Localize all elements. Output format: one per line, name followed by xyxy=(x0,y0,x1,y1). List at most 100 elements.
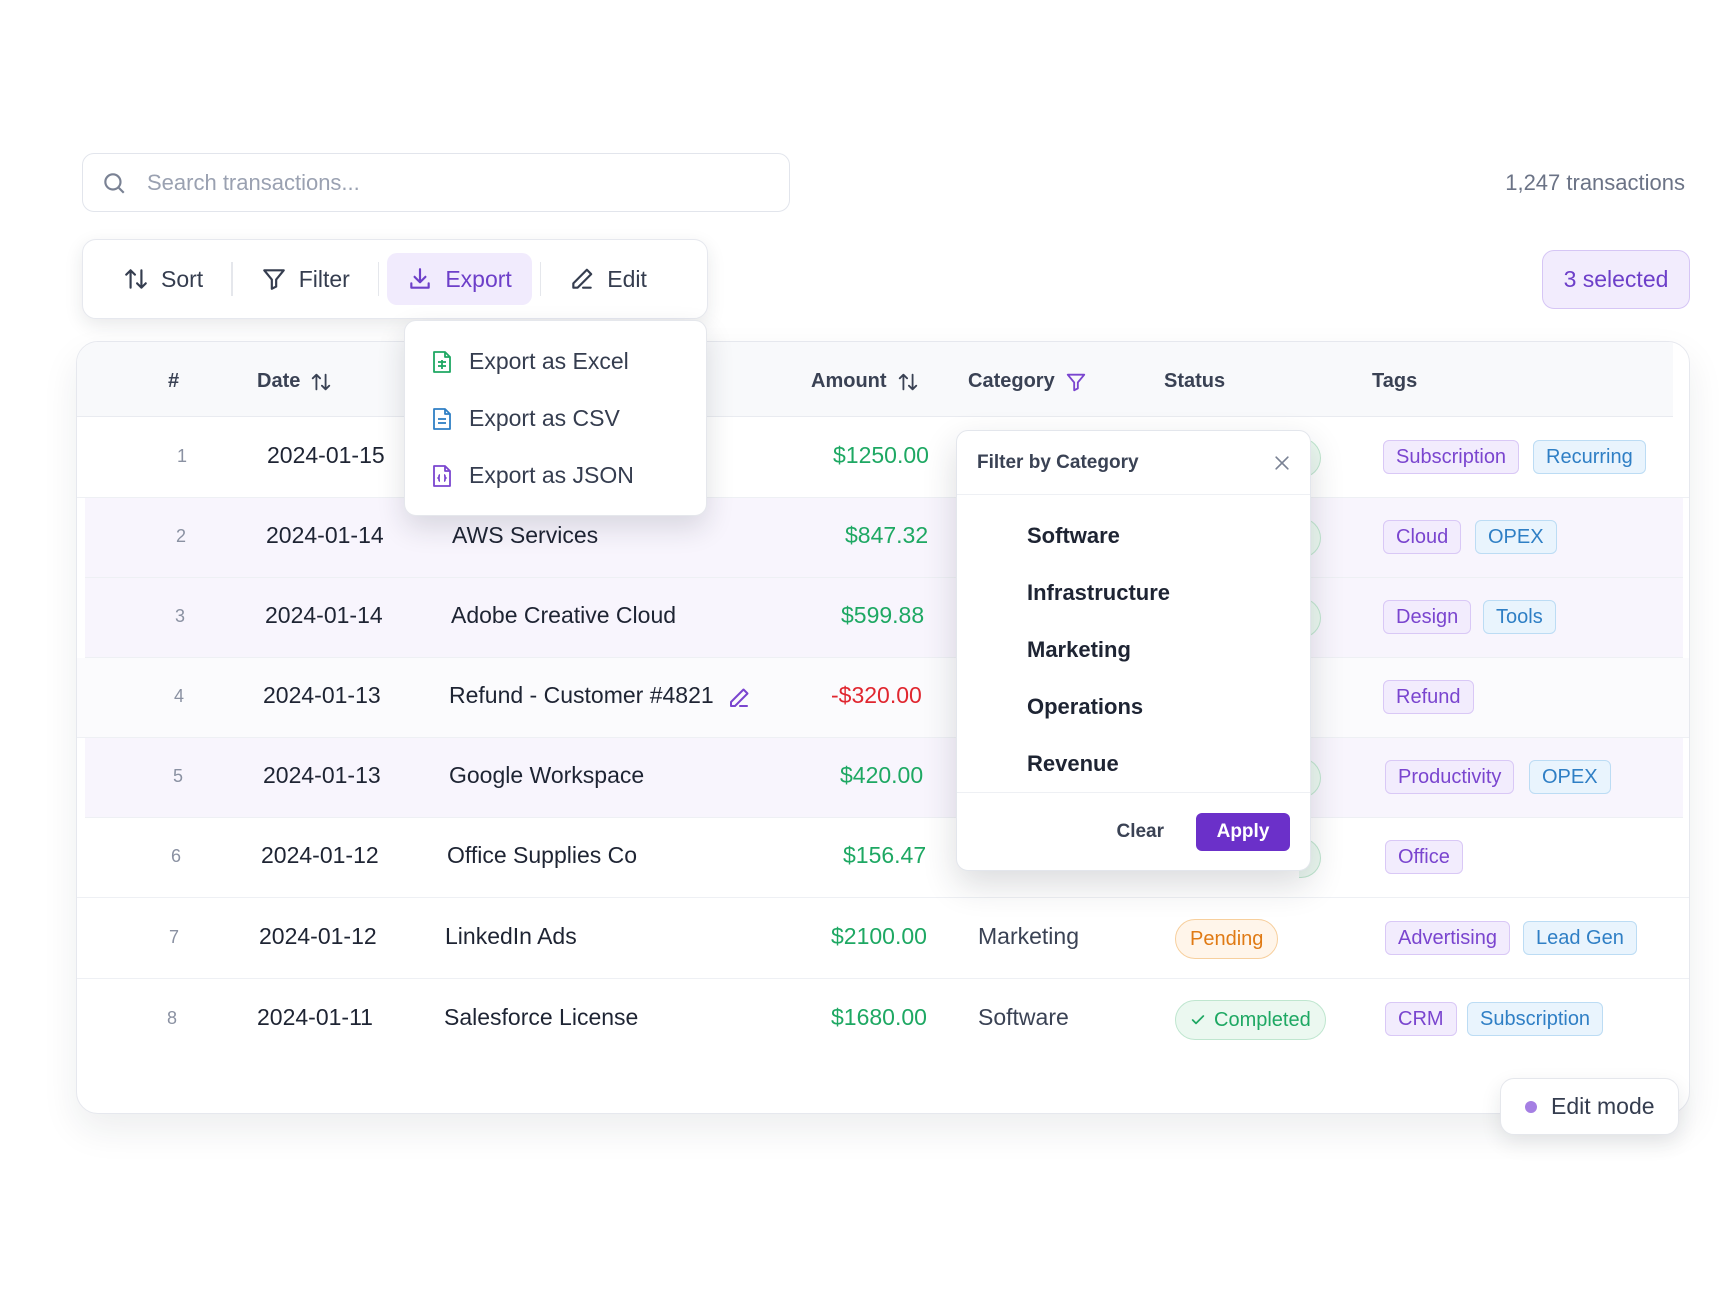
row-index: 7 xyxy=(169,927,180,947)
row-date: 2024-01-12 xyxy=(261,842,379,868)
header-status: Status xyxy=(1164,370,1226,392)
row-amount: -$320.00 xyxy=(831,682,922,708)
table-row[interactable]: 8 2024-01-11 Salesforce License $1680.00… xyxy=(77,980,1689,1060)
row-date: 2024-01-14 xyxy=(265,602,383,628)
pencil-icon xyxy=(572,268,593,289)
row-date: 2024-01-13 xyxy=(263,682,381,708)
selected-count-badge[interactable]: 3 selected xyxy=(1542,250,1690,309)
filter-label: Filter xyxy=(298,265,350,292)
sort-icon xyxy=(125,269,147,289)
apply-button[interactable]: Apply xyxy=(1196,812,1290,851)
table-row[interactable]: 4 2024-01-13 Refund - Customer #4821 -$3… xyxy=(77,658,1689,738)
header-date[interactable]: Date xyxy=(257,370,332,393)
transactions-table: # Date Amount Category Status Tags 1 202… xyxy=(76,341,1690,1114)
status-badge: Pending xyxy=(1175,919,1279,959)
row-index: 4 xyxy=(174,686,185,706)
excel-file-icon xyxy=(433,350,451,373)
row-date: 2024-01-14 xyxy=(266,522,384,548)
filter-popup-footer: Clear Apply xyxy=(957,792,1310,870)
filter-button[interactable]: Filter xyxy=(241,253,370,305)
row-description: Adobe Creative Cloud xyxy=(451,602,677,628)
row-index: 8 xyxy=(167,1008,178,1028)
row-amount: $1250.00 xyxy=(833,442,929,468)
check-icon xyxy=(1191,1015,1205,1025)
export-json-label: Export as JSON xyxy=(469,462,634,488)
row-date: 2024-01-13 xyxy=(263,762,381,788)
download-icon xyxy=(410,268,431,289)
tag: OPEX xyxy=(1529,760,1611,794)
export-csv-label: Export as CSV xyxy=(469,405,620,431)
row-index: 1 xyxy=(177,446,188,466)
row-index: 3 xyxy=(175,606,186,626)
pencil-icon[interactable] xyxy=(727,686,751,710)
row-description: Refund - Customer #4821 xyxy=(449,682,714,708)
tag: CRM xyxy=(1385,1002,1457,1036)
tag: Productivity xyxy=(1385,760,1515,794)
row-amount: $420.00 xyxy=(840,762,924,788)
tag: Design xyxy=(1383,600,1472,634)
category-option-marketing[interactable]: Marketing xyxy=(957,621,1310,678)
status-label: Completed xyxy=(1214,1008,1311,1031)
category-option-revenue[interactable]: Revenue xyxy=(957,735,1310,792)
row-index: 2 xyxy=(176,526,187,546)
status-dot-icon xyxy=(1525,1100,1537,1113)
tag: Subscription xyxy=(1467,1002,1604,1036)
export-excel-label: Export as Excel xyxy=(469,348,629,374)
row-amount: $847.32 xyxy=(845,522,929,548)
row-category: Marketing xyxy=(978,923,1079,949)
export-excel-item[interactable]: Export as Excel xyxy=(405,333,706,390)
table-header: # Date Amount Category Status Tags xyxy=(77,342,1673,417)
table-row[interactable]: 5 2024-01-13 Google Workspace $420.00 Pr… xyxy=(85,738,1683,818)
category-option-software[interactable]: Software xyxy=(957,507,1310,564)
category-options: Software Infrastructure Marketing Operat… xyxy=(957,495,1310,792)
sort-button[interactable]: Sort xyxy=(103,253,223,305)
search-placeholder: Search transactions... xyxy=(147,169,360,195)
csv-file-icon xyxy=(433,407,451,430)
row-amount: $1680.00 xyxy=(831,1004,927,1030)
sort-icon[interactable] xyxy=(310,371,332,393)
row-description: Google Workspace xyxy=(449,762,645,788)
edit-mode-indicator[interactable]: Edit mode xyxy=(1500,1078,1679,1135)
close-icon[interactable] xyxy=(1272,453,1292,473)
table-row[interactable]: 2 2024-01-14 AWS Services $847.32 Cloud … xyxy=(85,498,1683,578)
table-row[interactable]: 7 2024-01-12 LinkedIn Ads $2100.00 Marke… xyxy=(77,899,1689,979)
row-description: Salesforce License xyxy=(444,1004,639,1030)
row-index: 5 xyxy=(173,766,184,786)
json-file-icon xyxy=(433,464,451,487)
header-amount[interactable]: Amount xyxy=(811,370,919,393)
tag: Cloud xyxy=(1383,520,1462,554)
filter-icon[interactable] xyxy=(1065,371,1087,393)
tag: Tools xyxy=(1483,600,1556,634)
row-date: 2024-01-15 xyxy=(267,442,385,468)
export-button[interactable]: Export xyxy=(387,253,532,305)
status-badge: Completed xyxy=(1175,1000,1326,1040)
category-option-operations[interactable]: Operations xyxy=(957,678,1310,735)
transaction-count: 1,247 transactions xyxy=(1505,170,1685,195)
sort-label: Sort xyxy=(161,265,204,292)
export-menu: Export as Excel Export as CSV Export as … xyxy=(404,320,707,516)
divider xyxy=(231,262,233,296)
header-tags: Tags xyxy=(1372,370,1418,392)
category-option-infrastructure[interactable]: Infrastructure xyxy=(957,564,1310,621)
edit-button[interactable]: Edit xyxy=(549,253,667,305)
table-row[interactable]: 3 2024-01-14 Adobe Creative Cloud $599.8… xyxy=(85,578,1683,658)
row-description: LinkedIn Ads xyxy=(445,923,577,949)
export-csv-item[interactable]: Export as CSV xyxy=(405,390,706,447)
export-json-item[interactable]: Export as JSON xyxy=(405,447,706,504)
clear-button[interactable]: Clear xyxy=(1116,821,1164,843)
header-category[interactable]: Category xyxy=(968,370,1087,393)
row-index: 6 xyxy=(171,846,182,866)
search-icon xyxy=(104,172,125,194)
table-row[interactable]: 6 2024-01-12 Office Supplies Co $156.47 … xyxy=(77,818,1689,898)
tag: Office xyxy=(1385,840,1463,874)
search-input[interactable]: Search transactions... xyxy=(82,153,790,212)
row-description: Office Supplies Co xyxy=(447,842,638,868)
sort-icon[interactable] xyxy=(897,371,919,393)
header-index: # xyxy=(168,370,180,392)
toolbar: Sort Filter Export Edit xyxy=(82,239,708,319)
tag: OPEX xyxy=(1475,520,1557,554)
table-row[interactable]: 1 2024-01-15 $1250.00 Subscription Recur… xyxy=(77,418,1689,498)
divider xyxy=(539,262,542,296)
tag: Subscription xyxy=(1383,440,1520,474)
divider xyxy=(377,262,380,296)
